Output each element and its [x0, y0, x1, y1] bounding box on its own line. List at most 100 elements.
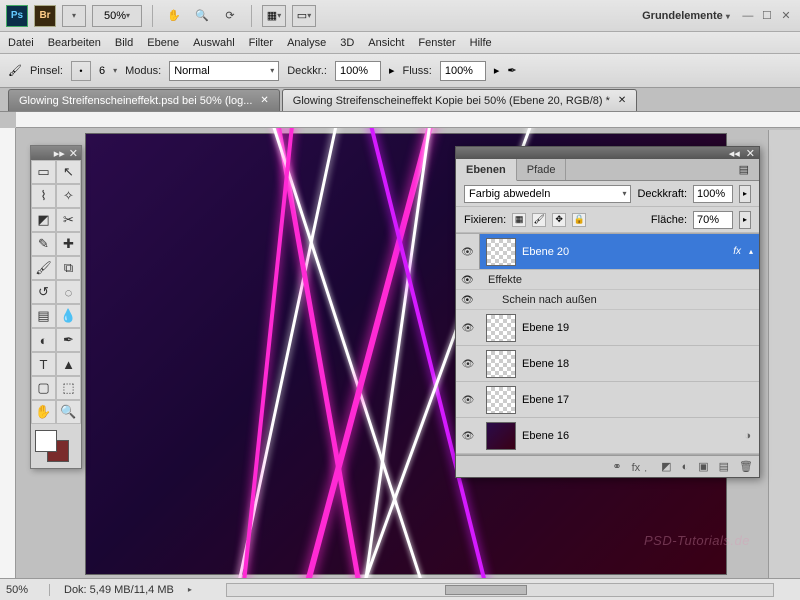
menu-analyse[interactable]: Analyse [287, 37, 326, 49]
arrange-documents-dropdown[interactable]: ▦▾ [262, 5, 286, 27]
fill-input[interactable]: 70% [693, 211, 733, 229]
horizontal-scrollbar[interactable] [226, 583, 774, 597]
menu-datei[interactable]: Datei [8, 37, 34, 49]
path-selection-tool[interactable]: ▲ [56, 352, 81, 376]
tab-pfade[interactable]: Pfade [517, 159, 567, 180]
blur-tool[interactable]: 💧 [56, 304, 81, 328]
visibility-toggle-icon[interactable] [462, 430, 475, 442]
layer-group-icon[interactable]: ▣ [698, 460, 708, 473]
ruler-vertical[interactable] [0, 128, 16, 578]
right-dock[interactable] [768, 130, 800, 578]
lock-pixels-icon[interactable]: 🖌 [532, 213, 546, 227]
slice-tool[interactable]: ✂ [56, 208, 81, 232]
zoom-dropdown[interactable]: 50% ▾ [92, 5, 142, 27]
fill-flyout[interactable]: ▸ [739, 211, 751, 229]
panel-menu-icon[interactable]: ▤ [729, 159, 759, 180]
lasso-tool[interactable]: ⌇ [31, 184, 56, 208]
layer-effect-outer-glow[interactable]: Schein nach außen [456, 290, 759, 310]
flow-input[interactable]: 100% [440, 61, 486, 81]
menu-filter[interactable]: Filter [249, 37, 273, 49]
photoshop-icon[interactable]: Ps [6, 5, 28, 27]
zoom-tool[interactable]: 🔍 [56, 400, 81, 424]
move-tool[interactable]: ↖ [56, 160, 81, 184]
menu-bearbeiten[interactable]: Bearbeiten [48, 37, 101, 49]
delete-layer-icon[interactable]: 🗑 [739, 460, 753, 473]
document-tab[interactable]: Glowing Streifenscheineffekt.psd bei 50%… [8, 89, 280, 111]
close-tab-icon[interactable]: ✕ [260, 95, 268, 106]
menu-fenster[interactable]: Fenster [418, 37, 455, 49]
layer-style-icon[interactable]: fx﹒ [632, 459, 652, 475]
3d-tool[interactable]: ⬚ [56, 376, 81, 400]
layer-name[interactable]: Ebene 16 [522, 430, 744, 442]
menu-bild[interactable]: Bild [115, 37, 133, 49]
adjustment-layer-icon[interactable]: ◐ [682, 461, 689, 473]
maximize-button[interactable]: ☐ [759, 9, 775, 22]
menu-auswahl[interactable]: Auswahl [193, 37, 235, 49]
zoom-tool-icon[interactable]: 🔍 [191, 5, 213, 27]
brush-tool[interactable]: 🖌 [31, 256, 56, 280]
crop-tool[interactable]: ◩ [31, 208, 56, 232]
layer-fx-badge[interactable]: fx [733, 246, 741, 257]
layer-mask-icon[interactable]: ◩ [661, 460, 671, 473]
ruler-horizontal[interactable] [16, 112, 800, 128]
layer-name[interactable]: Ebene 20 [522, 246, 733, 258]
history-brush-tool[interactable]: ↺ [31, 280, 56, 304]
workspace-switcher[interactable]: Grundelemente ▾ [642, 10, 730, 22]
bridge-icon[interactable]: Br [34, 5, 56, 27]
fx-expand-icon[interactable]: ▴ [749, 247, 753, 256]
layer-blend-mode-select[interactable]: Farbig abwedeln▾ [464, 185, 631, 203]
link-layers-icon[interactable]: ⚭ [612, 460, 621, 473]
opacity-input[interactable]: 100% [335, 61, 381, 81]
new-layer-icon[interactable]: ▤ [719, 460, 729, 473]
panel-close-icon[interactable]: ✕ [746, 147, 755, 160]
blend-mode-select[interactable]: Normal▾ [169, 61, 279, 81]
layer-row[interactable]: Ebene 19 [456, 310, 759, 346]
layer-thumbnail[interactable] [486, 350, 516, 378]
visibility-toggle-icon[interactable] [461, 294, 475, 306]
menu-hilfe[interactable]: Hilfe [470, 37, 492, 49]
lock-transparency-icon[interactable]: ▦ [512, 213, 526, 227]
layer-name[interactable]: Ebene 19 [522, 322, 759, 334]
flow-flyout[interactable]: ▸ [494, 64, 500, 77]
screen-mode-dropdown[interactable]: ▭▾ [292, 5, 316, 27]
opacity-flyout[interactable]: ▸ [389, 64, 395, 77]
color-swatches[interactable] [31, 424, 81, 468]
layer-thumbnail[interactable] [486, 238, 516, 266]
layer-name[interactable]: Ebene 18 [522, 358, 759, 370]
visibility-toggle-icon[interactable] [461, 274, 475, 286]
panel-collapse-icon[interactable]: ◂◂ [729, 147, 740, 160]
shape-tool[interactable]: ▢ [31, 376, 56, 400]
toolbox-close-icon[interactable]: ✕ [69, 147, 78, 160]
layer-row[interactable]: Ebene 18 [456, 346, 759, 382]
layer-row[interactable]: Ebene 16 ◑ [456, 418, 759, 454]
layer-opacity-flyout[interactable]: ▸ [739, 185, 751, 203]
layer-name[interactable]: Ebene 17 [522, 394, 759, 406]
menu-ansicht[interactable]: Ansicht [368, 37, 404, 49]
gradient-tool[interactable]: ▤ [31, 304, 56, 328]
layer-thumbnail[interactable] [486, 314, 516, 342]
dodge-tool[interactable]: ◐ [31, 328, 56, 352]
tab-ebenen[interactable]: Ebenen [456, 159, 517, 181]
marquee-tool[interactable]: ▭ [31, 160, 56, 184]
layers-list[interactable]: Ebene 20 fx ▴ Effekte Schein nach außen … [456, 233, 759, 455]
status-doc-info[interactable]: Dok: 5,49 MB/11,4 MB [64, 584, 174, 596]
layer-effects-row[interactable]: Effekte [456, 270, 759, 290]
view-extras-dropdown[interactable]: ▾ [62, 5, 86, 27]
toolbox-collapse-icon[interactable]: ▸▸ [54, 147, 65, 160]
hand-tool[interactable]: ✋ [31, 400, 56, 424]
airbrush-icon[interactable]: ✒ [507, 64, 516, 77]
eraser-tool[interactable]: ◌ [56, 280, 81, 304]
brush-preset-picker[interactable] [71, 61, 91, 81]
lock-all-icon[interactable]: 🔒 [572, 213, 586, 227]
layer-thumbnail[interactable] [486, 386, 516, 414]
healing-brush-tool[interactable]: ✚ [56, 232, 81, 256]
minimize-button[interactable]: — [740, 10, 756, 22]
brush-size-dropdown[interactable]: ▾ [113, 66, 117, 75]
visibility-toggle-icon[interactable] [462, 394, 475, 406]
layer-thumbnail[interactable] [486, 422, 516, 450]
layer-row[interactable]: Ebene 20 fx ▴ [456, 234, 759, 270]
visibility-toggle-icon[interactable] [462, 322, 475, 334]
eyedropper-tool[interactable]: ✎ [31, 232, 56, 256]
type-tool[interactable]: T [31, 352, 56, 376]
clone-stamp-tool[interactable]: ⧉ [56, 256, 81, 280]
